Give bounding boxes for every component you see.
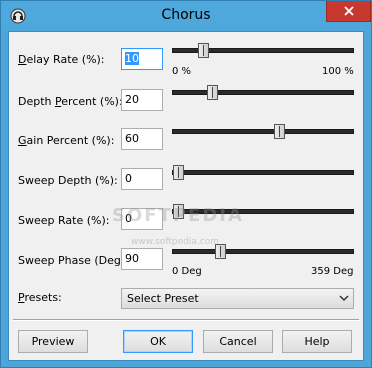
window-title: Chorus <box>161 7 211 23</box>
sweep-phase-input[interactable]: 90 <box>121 248 163 270</box>
depth-percent-slider-track[interactable] <box>172 90 354 95</box>
sweep-depth-slider-track[interactable] <box>172 170 354 175</box>
depth-percent-label: Depth Percent (%): <box>18 95 123 108</box>
sweep-rate-label: Sweep Rate (%): <box>18 214 110 227</box>
sweep-phase-min-label: 0 Deg <box>172 266 202 277</box>
cancel-button[interactable]: Cancel <box>203 330 273 353</box>
gain-percent-label: Gain Percent (%): <box>18 134 115 147</box>
gain-percent-slider-track[interactable] <box>172 129 354 134</box>
presets-selected-value: Select Preset <box>127 292 199 305</box>
help-button[interactable]: Help <box>282 330 352 353</box>
delay-rate-max-label: 100 % <box>322 66 354 77</box>
sweep-phase-max-label: 359 Deg <box>311 266 354 277</box>
sweep-phase-slider-track[interactable] <box>172 249 354 254</box>
close-button[interactable] <box>326 1 371 22</box>
delay-rate-label: Delay Rate (%): <box>18 53 105 66</box>
depth-percent-input[interactable]: 20 <box>121 89 163 111</box>
ok-button[interactable]: OK <box>123 330 193 353</box>
divider <box>13 319 359 321</box>
gain-percent-input[interactable]: 60 <box>121 128 163 150</box>
watermark-url: www.softpedia.com <box>131 237 219 247</box>
presets-label: Presets: <box>18 291 62 304</box>
preview-button[interactable]: Preview <box>18 330 88 353</box>
sweep-depth-input[interactable]: 0 <box>121 168 163 190</box>
delay-rate-input[interactable]: 10 <box>121 48 163 70</box>
delay-rate-min-label: 0 % <box>172 66 192 77</box>
presets-dropdown[interactable]: Select Preset <box>121 288 354 309</box>
title-bar[interactable]: Chorus <box>1 1 371 31</box>
sweep-phase-label: Sweep Phase (Deg): <box>18 254 129 267</box>
delay-rate-slider-thumb[interactable] <box>198 43 210 58</box>
gain-percent-slider-thumb[interactable] <box>274 124 286 139</box>
dialog-body: Delay Rate (%): 10 0 % 100 % Depth Perce… <box>8 31 364 361</box>
close-x-icon <box>343 6 354 16</box>
chorus-dialog: Chorus Delay Rate (%): 10 0 % 100 % Dept… <box>0 0 372 368</box>
chevron-down-icon <box>339 295 349 302</box>
sweep-depth-label: Sweep Depth (%): <box>18 174 118 187</box>
watermark-text: SOFTPEDIA <box>112 205 244 226</box>
sweep-depth-slider-thumb[interactable] <box>173 165 184 180</box>
depth-percent-slider-thumb[interactable] <box>206 85 218 100</box>
